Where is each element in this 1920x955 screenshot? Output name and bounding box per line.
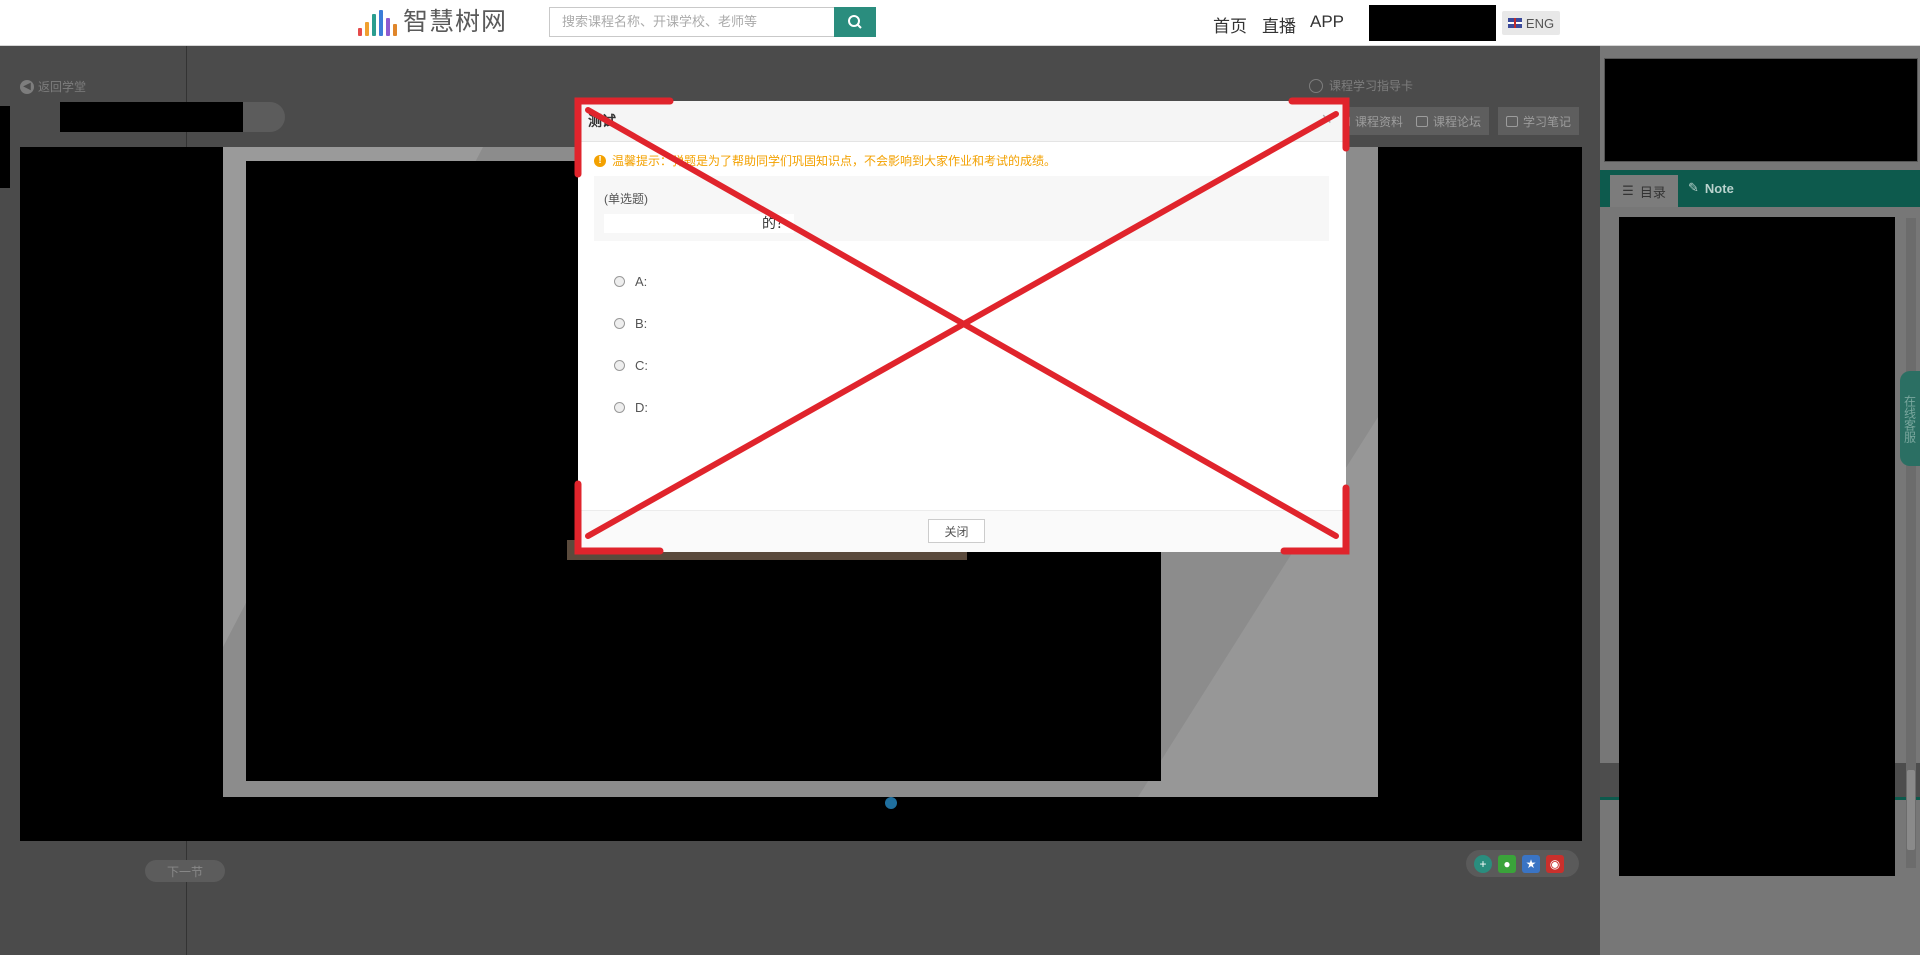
tip-message: ! 温馨提示：弹题是为了帮助同学们巩固知识点，不会影响到大家作业和考试的成绩。 (594, 152, 1056, 169)
search-button[interactable] (834, 7, 876, 37)
tool-label: 课程资料 (1355, 114, 1404, 129)
wechat-icon[interactable]: ● (1498, 854, 1516, 873)
tab-note[interactable]: ✎ Note (1688, 180, 1734, 196)
back-label: 返回学堂 (38, 80, 87, 94)
question-text: 的？ (604, 214, 794, 233)
option-d[interactable]: D: (614, 400, 648, 415)
question-box: (单选题) 的？ (594, 176, 1329, 241)
course-forum-button[interactable]: 课程论坛 (1408, 107, 1490, 135)
tab-label: 目录 (1639, 184, 1666, 200)
edit-icon: ✎ (1688, 180, 1699, 195)
tab-label: Note (1704, 180, 1734, 196)
online-service-tab[interactable]: 在线客服 (1900, 371, 1920, 466)
guide-label: 课程学习指导卡 (1329, 79, 1414, 93)
dialog-title: 测试 (588, 113, 616, 129)
share-bar: + ● ★ ◉ (1466, 850, 1579, 877)
uk-flag-icon (1507, 18, 1522, 28)
search-input[interactable]: 搜索课程名称、开课学校、老师等 (549, 7, 834, 37)
globe-icon (1309, 78, 1323, 93)
catalog-list-redacted[interactable] (1619, 217, 1895, 876)
logo-text: 智慧树网 (403, 8, 508, 36)
search-icon (848, 15, 862, 29)
back-arrow-icon: ◀ (20, 79, 34, 94)
next-section-button[interactable]: 下一节 (145, 860, 225, 882)
option-label: C: (635, 358, 648, 373)
tip-text: 温馨提示：弹题是为了帮助同学们巩固知识点，不会影响到大家作业和考试的成绩。 (612, 154, 1057, 168)
back-to-class-link[interactable]: ◀ 返回学堂 (20, 78, 86, 95)
nav-app[interactable]: APP (1310, 12, 1344, 32)
close-icon[interactable]: × (1321, 109, 1332, 130)
close-button[interactable]: 关闭 (928, 519, 985, 543)
option-label: B: (635, 316, 648, 331)
scrollbar-thumb[interactable] (1907, 770, 1915, 850)
warning-icon: ! (594, 154, 606, 167)
nav-live[interactable]: 直播 (1262, 12, 1296, 37)
site-logo[interactable]: 智慧树网 (358, 8, 507, 36)
weibo-icon[interactable]: ◉ (1546, 854, 1564, 873)
edit-icon (1506, 115, 1518, 127)
radio-button[interactable] (614, 276, 625, 287)
quiz-dialog: 测试 × ! 温馨提示：弹题是为了帮助同学们巩固知识点，不会影响到大家作业和考试… (578, 101, 1346, 552)
radio-button[interactable] (614, 402, 625, 413)
study-notes-button[interactable]: 学习笔记 (1498, 107, 1580, 135)
list-icon: ☰ (1622, 183, 1634, 198)
radio-button[interactable] (614, 318, 625, 329)
dialog-header: 测试 × (578, 101, 1346, 142)
user-account-redacted[interactable] (1369, 5, 1496, 41)
logo-bars-icon (358, 10, 397, 36)
chat-icon (1416, 115, 1428, 127)
option-a[interactable]: A: (614, 274, 647, 289)
radio-button[interactable] (614, 360, 625, 371)
dialog-footer: 关闭 (578, 510, 1346, 552)
language-label: ENG (1525, 15, 1555, 31)
tool-label: 课程论坛 (1433, 114, 1482, 129)
option-label: A: (635, 274, 648, 289)
option-c[interactable]: C: (614, 358, 648, 373)
course-title-redacted (60, 102, 243, 132)
study-guide-link[interactable]: 课程学习指导卡 (1309, 77, 1413, 94)
left-edge-redacted (0, 106, 10, 188)
qzone-icon[interactable]: ★ (1522, 854, 1540, 873)
plus-icon[interactable]: + (1474, 854, 1492, 873)
nav-home[interactable]: 首页 (1213, 12, 1247, 37)
tab-catalog[interactable]: ☰ 目录 (1610, 175, 1678, 207)
progress-marker[interactable] (885, 797, 897, 809)
teacher-card-redacted (1604, 58, 1918, 162)
question-type: (单选题) (604, 192, 648, 206)
language-switch[interactable]: ENG (1502, 11, 1560, 35)
tool-label: 学习笔记 (1523, 114, 1572, 129)
option-b[interactable]: B: (614, 316, 647, 331)
top-navbar: 智慧树网 搜索课程名称、开课学校、老师等 首页 直播 APP ENG (0, 0, 1920, 46)
option-label: D: (635, 400, 648, 415)
